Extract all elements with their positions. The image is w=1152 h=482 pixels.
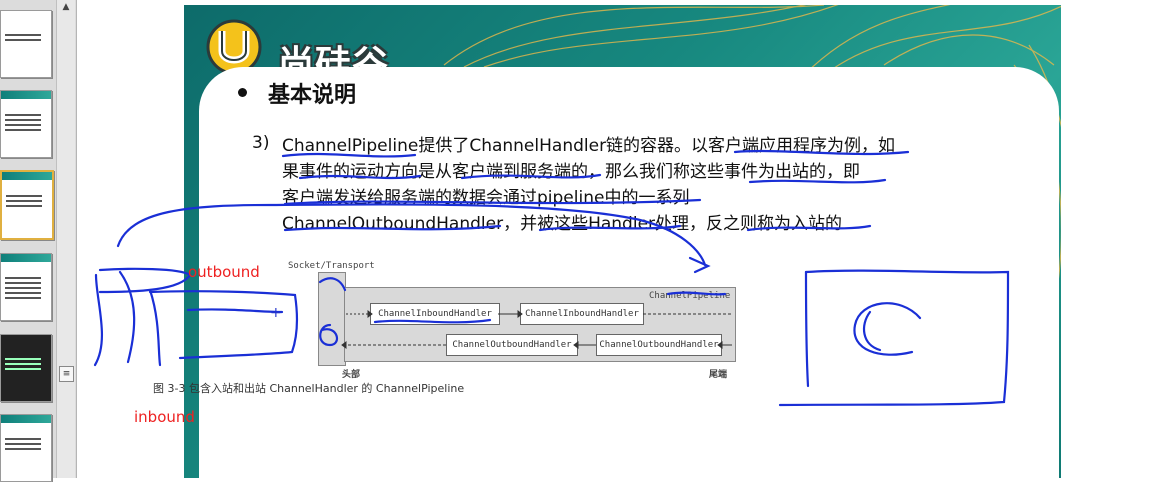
paragraph-line: ChannelPipeline提供了ChannelHandler链的容器。以客户…: [282, 136, 896, 156]
inbound-label: inbound: [134, 408, 195, 426]
paragraph-line: 客户端发送给服务端的数据会通过pipeline中的一系列: [282, 188, 690, 208]
bullet-icon: [238, 88, 247, 97]
figure-caption: 图 3-3 包含入站和出站 ChannelHandler 的 ChannelPi…: [153, 382, 465, 395]
slide-thumbnail[interactable]: [0, 90, 52, 158]
slide-canvas: 尚硅谷 基本说明 3) ChannelPipeline提供了ChannelHan…: [184, 5, 1061, 478]
paragraph-number: 3): [252, 133, 270, 153]
slide-thumbnail[interactable]: [0, 10, 52, 78]
plus-cursor-icon: +: [270, 305, 282, 321]
paragraph-text: ChannelPipeline提供了ChannelHandler链的容器。以客户…: [282, 133, 982, 237]
tail-label: 尾端: [709, 370, 728, 380]
slide-thumbnail[interactable]: [0, 334, 52, 402]
slide-thumbnail[interactable]: [0, 414, 52, 482]
paragraph-line: 果事件的运动方向是从客户端到服务端的，那么我们称这些事件为出站的，即: [282, 162, 860, 182]
thumbnail-scrollbar[interactable]: ▲ ≡: [56, 0, 75, 478]
paragraph-line: ChannelOutboundHandler，并被这些Handler处理，反之则…: [282, 214, 843, 234]
outbound-label: outbound: [188, 263, 260, 281]
slide-heading: 基本说明: [268, 82, 357, 108]
scroll-up-icon[interactable]: ▲: [60, 2, 72, 14]
slide-thumbnail[interactable]: [0, 253, 52, 321]
head-label: 头部: [342, 370, 361, 380]
figure-arrows: [341, 310, 732, 349]
outline-view-icon[interactable]: ≡: [59, 366, 74, 382]
slide-thumbnail-selected[interactable]: [0, 170, 54, 240]
logo: 尚硅谷: [204, 19, 404, 85]
slide-thumbnail-panel: ▲ ≡: [0, 0, 77, 482]
